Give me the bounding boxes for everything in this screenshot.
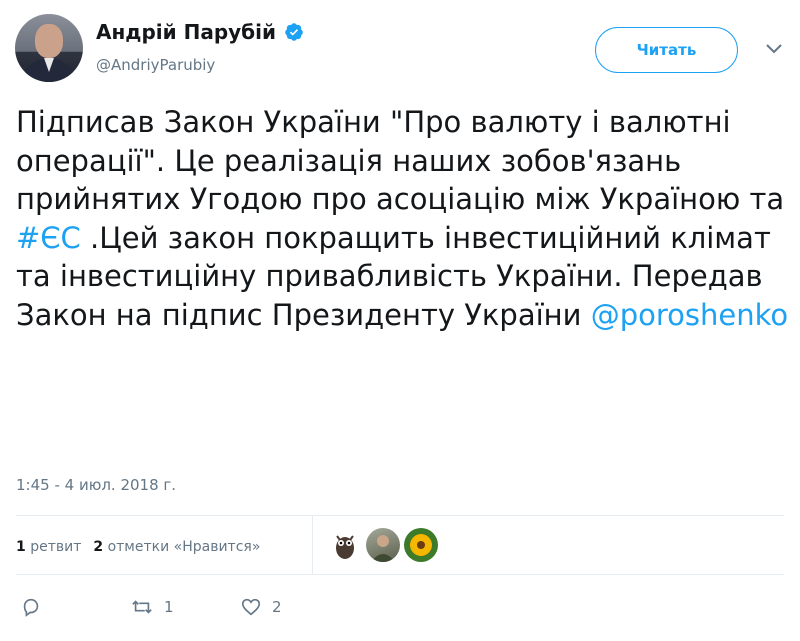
retweet-stat[interactable]: 1 ретвит xyxy=(16,539,81,555)
likers-avatars xyxy=(328,528,438,562)
retweet-button[interactable]: 1 xyxy=(130,596,174,618)
divider xyxy=(16,574,784,575)
person-avatar-image xyxy=(371,535,395,562)
author-name[interactable]: Андрій Парубій xyxy=(96,20,276,44)
stats-separator xyxy=(312,515,313,574)
owl-avatar-image xyxy=(336,535,354,559)
retweet-stat-count: 1 xyxy=(16,539,26,555)
avatar[interactable] xyxy=(15,14,83,82)
chevron-down-icon[interactable] xyxy=(764,42,784,56)
retweet-stat-label: ретвит xyxy=(30,539,82,555)
tweet-stats: 1 ретвит 2 отметки «Нравится» xyxy=(16,539,260,555)
liker-avatar[interactable] xyxy=(328,528,362,562)
verified-badge-icon xyxy=(285,23,303,41)
heart-icon xyxy=(241,598,261,616)
hashtag-link[interactable]: #ЄС xyxy=(16,221,81,255)
retweet-icon xyxy=(132,600,152,614)
tweet-text-part: Підписав Закон України "Про валюту і вал… xyxy=(16,105,785,216)
like-button[interactable]: 2 xyxy=(240,596,282,618)
author-handle[interactable]: @AndriyParubiy xyxy=(96,56,215,74)
reply-button[interactable] xyxy=(20,596,52,618)
sunflower-avatar-image xyxy=(412,536,430,554)
tweet-text: Підписав Закон України "Про валюту і вал… xyxy=(16,103,791,334)
follow-button[interactable]: Читать xyxy=(595,27,738,73)
divider xyxy=(16,515,784,516)
liker-avatar[interactable] xyxy=(366,528,400,562)
reply-icon xyxy=(23,598,39,617)
tweet-timestamp[interactable]: 1:45 - 4 июл. 2018 г. xyxy=(16,476,176,494)
tweet-actions: 1 2 xyxy=(0,596,800,626)
like-stat-count: 2 xyxy=(93,539,104,555)
liker-avatar[interactable] xyxy=(404,528,438,562)
mention-link[interactable]: @poroshenko xyxy=(591,298,788,332)
author-name-row: Андрій Парубій xyxy=(96,20,304,44)
like-stat[interactable]: 2 отметки «Нравится» xyxy=(93,539,260,555)
avatar-face xyxy=(35,24,63,58)
like-count: 2 xyxy=(272,598,282,616)
like-stat-label: отметки «Нравится» xyxy=(107,539,261,555)
retweet-count: 1 xyxy=(164,598,174,616)
